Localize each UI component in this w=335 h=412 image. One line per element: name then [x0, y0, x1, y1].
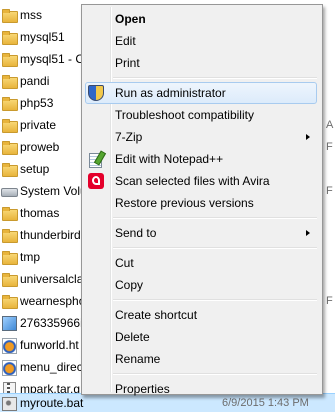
folder-icon [1, 227, 18, 243]
menu-item-label: Cut [115, 256, 134, 270]
folder-icon [1, 249, 18, 265]
file-attribute: F [326, 141, 333, 153]
folder-icon [1, 7, 18, 23]
menu-item-open[interactable]: Open [85, 8, 317, 30]
file-name: thunderbird [20, 228, 81, 242]
folder-icon [1, 293, 18, 309]
menu-item-delete[interactable]: Delete [85, 326, 317, 348]
menu-item-label: Print [115, 56, 140, 70]
menu-item-label: 7-Zip [115, 130, 143, 144]
menu-separator [113, 373, 317, 375]
file-name: php53 [20, 96, 54, 110]
html-file-icon [1, 337, 17, 354]
menu-separator [113, 77, 317, 79]
file-attribute: A [326, 119, 334, 131]
menu-item-scan-selected-files-with-avira[interactable]: Scan selected files with Avira [85, 170, 317, 192]
file-name: 276335966ir [20, 316, 87, 330]
file-name: System Volu [20, 184, 87, 198]
menu-item-label: Send to [115, 226, 157, 240]
file-name: wearnespho [20, 294, 86, 308]
shield-icon [88, 85, 104, 101]
folder-icon [1, 205, 18, 221]
menu-item-label: Open [115, 12, 146, 26]
folder-icon [1, 73, 18, 89]
folder-icon [1, 161, 18, 177]
menu-item-label: Delete [115, 330, 150, 344]
file-name: myroute.bat [20, 396, 84, 410]
menu-item-send-to[interactable]: Send to [85, 222, 317, 244]
folder-icon [1, 95, 18, 111]
context-menu: Open Edit Print Run as administrator Trouble… [81, 4, 323, 396]
menu-item-copy[interactable]: Copy [85, 274, 317, 296]
menu-item-edit[interactable]: Edit [85, 30, 317, 52]
menu-item-rename[interactable]: Rename [85, 348, 317, 370]
menu-separator [113, 247, 317, 249]
submenu-arrow-icon [306, 134, 310, 140]
submenu-arrow-icon [306, 230, 310, 236]
menu-item-label: Rename [115, 352, 161, 366]
menu-item-run-as-administrator[interactable]: Run as administrator [85, 82, 317, 104]
file-name: mysql51 [20, 30, 65, 44]
menu-item-label: Run as administrator [115, 86, 226, 100]
file-name: mss [20, 8, 42, 22]
menu-item-troubleshoot-compatibility[interactable]: Troubleshoot compatibility [85, 104, 317, 126]
file-name: menu_direc [20, 360, 83, 374]
menu-separator [113, 217, 317, 219]
menu-item-label: Properties [115, 382, 170, 396]
avira-icon [88, 173, 104, 189]
drive-icon [1, 183, 18, 199]
menu-separator [113, 299, 317, 301]
folder-icon [1, 271, 18, 287]
menu-item-7-zip[interactable]: 7-Zip [85, 126, 317, 148]
file-attribute: F [326, 295, 333, 307]
file-name: universalcla [20, 272, 84, 286]
menu-item-label: Scan selected files with Avira [115, 174, 270, 188]
file-name: pandi [20, 74, 50, 88]
menu-item-label: Copy [115, 278, 144, 292]
folder-icon [1, 29, 18, 45]
file-name: setup [20, 162, 50, 176]
bat-file-icon [1, 395, 17, 411]
menu-item-edit-with-notepad[interactable]: Edit with Notepad++ [85, 148, 317, 170]
notepad-icon [88, 151, 104, 168]
html-file-icon [1, 359, 17, 376]
menu-item-label: Edit with Notepad++ [115, 152, 224, 166]
folder-icon [1, 139, 18, 155]
file-name: private [20, 118, 57, 132]
menu-item-properties[interactable]: Properties [85, 378, 317, 400]
file-name: thomas [20, 206, 60, 220]
menu-item-label: Restore previous versions [115, 196, 254, 210]
menu-item-label: Troubleshoot compatibility [115, 108, 254, 122]
menu-item-print[interactable]: Print [85, 52, 317, 74]
menu-item-label: Create shortcut [115, 308, 198, 322]
menu-item-restore-previous-versions[interactable]: Restore previous versions [85, 192, 317, 214]
image-file-icon [1, 315, 17, 331]
file-name: proweb [20, 140, 60, 154]
menu-item-cut[interactable]: Cut [85, 252, 317, 274]
menu-item-label: Edit [115, 34, 136, 48]
folder-icon [1, 117, 18, 133]
file-name: tmp [20, 250, 41, 264]
file-name: funworld.ht [20, 338, 79, 352]
menu-item-create-shortcut[interactable]: Create shortcut [85, 304, 317, 326]
folder-icon [1, 51, 18, 67]
file-name: mysql51 - C [20, 52, 85, 66]
file-attribute: F [326, 185, 333, 197]
